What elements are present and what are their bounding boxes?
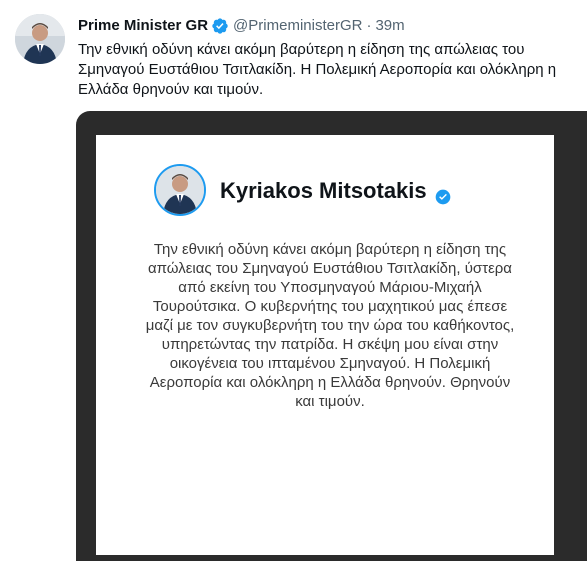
profile-avatar[interactable] (15, 14, 65, 64)
user-handle[interactable]: @PrimeministerGR (233, 16, 362, 36)
card-author-name-text: Kyriakos Mitsotakis (220, 178, 427, 203)
tweet-text: Την εθνική οδύνη κάνει ακόμη βαρύτερη η … (78, 41, 557, 98)
timestamp[interactable]: 39m (375, 16, 404, 36)
card-statement-text: Την εθνική οδύνη κάνει ακόμη βαρύτερη η … (145, 241, 515, 410)
tweet-media-image[interactable]: Kyriakos Mitsotakis Την εθνική οδύνη κάν… (76, 111, 587, 561)
statement-card: Kyriakos Mitsotakis Την εθνική οδύνη κάν… (96, 135, 554, 555)
separator-dot: · (366, 17, 372, 34)
display-name[interactable]: Prime Minister GR (78, 16, 208, 36)
tweet[interactable]: Prime Minister GR @PrimeministerGR · 39m… (0, 0, 587, 561)
card-verified-icon (435, 185, 451, 204)
card-avatar (154, 164, 206, 216)
verified-badge-icon (211, 17, 229, 35)
card-author-name: Kyriakos Mitsotakis (220, 178, 451, 204)
tweet-header: Prime Minister GR @PrimeministerGR · 39m (78, 16, 405, 36)
